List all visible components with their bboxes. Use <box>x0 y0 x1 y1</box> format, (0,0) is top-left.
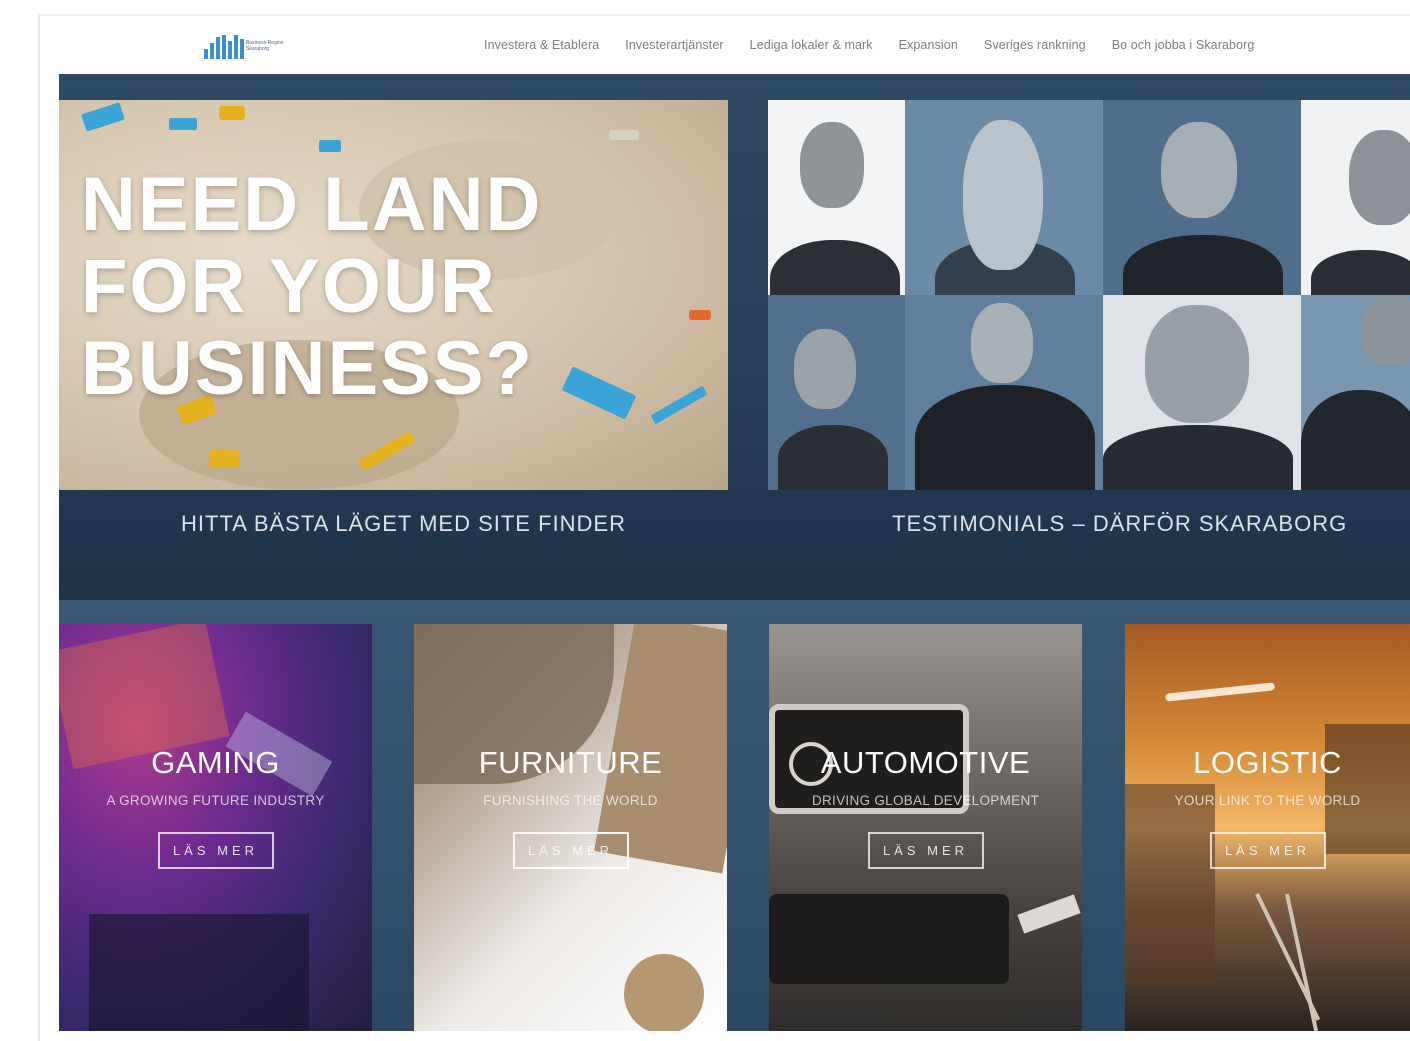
card-logistic-read-more-button[interactable]: LÄS MER <box>1209 832 1326 869</box>
site-header: Business Region Skaraborg Investera & Et… <box>40 16 1410 74</box>
portrait-8 <box>1301 295 1410 490</box>
hero-title: NEED LAND FOR YOUR BUSINESS? <box>81 164 542 410</box>
hero-title-line-3: BUSINESS? <box>81 326 534 411</box>
card-automotive-subtitle: DRIVING GLOBAL DEVELOPMENT <box>811 793 1040 808</box>
portrait-1 <box>768 100 905 295</box>
card-logistic[interactable]: LOGISTIC YOUR LINK TO THE WORLD LÄS MER <box>1125 624 1410 1031</box>
card-automotive[interactable]: AUTOMOTIVE DRIVING GLOBAL DEVELOPMENT LÄ… <box>769 624 1082 1031</box>
nav-investera-etablera[interactable]: Investera & Etablera <box>484 38 599 52</box>
card-gaming-read-more-button[interactable]: LÄS MER <box>157 832 274 869</box>
nav-lediga-lokaler[interactable]: Lediga lokaler & mark <box>750 38 873 52</box>
site-logo[interactable]: Business Region Skaraborg <box>204 33 286 61</box>
nav-investerartjanster[interactable]: Investerartjänster <box>625 38 723 52</box>
card-logistic-subtitle: YOUR LINK TO THE WORLD <box>1174 793 1361 808</box>
hero-title-line-2: FOR YOUR <box>81 244 497 329</box>
card-furniture-title: FURNITURE <box>478 745 663 780</box>
page-frame-left <box>38 14 40 1041</box>
card-gaming-title: GAMING <box>151 745 280 780</box>
hero-title-line-1: NEED LAND <box>81 162 543 247</box>
card-automotive-title: AUTOMOTIVE <box>820 745 1031 780</box>
testimonials-caption[interactable]: TESTIMONIALS – DÄRFÖR SKARABORG <box>892 511 1347 537</box>
nav-expansion[interactable]: Expansion <box>899 38 958 52</box>
site-finder-caption[interactable]: HITTA BÄSTA LÄGET MED SITE FINDER <box>181 511 626 537</box>
card-furniture-read-more-button[interactable]: LÄS MER <box>512 832 629 869</box>
nav-bo-och-jobba[interactable]: Bo och jobba i Skaraborg <box>1112 38 1255 52</box>
main-nav: Investera & Etablera Investerartjänster … <box>484 38 1280 52</box>
portrait-3 <box>1103 100 1301 295</box>
card-gaming[interactable]: GAMING A GROWING FUTURE INDUSTRY LÄS MER <box>59 624 372 1031</box>
card-automotive-read-more-button[interactable]: LÄS MER <box>867 832 984 869</box>
site-finder-hero-image[interactable]: NEED LAND FOR YOUR BUSINESS? <box>59 100 728 490</box>
card-logistic-title: LOGISTIC <box>1193 745 1342 780</box>
testimonials-image[interactable] <box>768 100 1410 490</box>
portrait-7 <box>1103 295 1301 490</box>
card-gaming-subtitle: A GROWING FUTURE INDUSTRY <box>106 793 325 808</box>
logo-bars-icon <box>204 35 244 59</box>
portrait-6 <box>905 295 1103 490</box>
nav-sveriges-rankning[interactable]: Sveriges rankning <box>984 38 1086 52</box>
portrait-2 <box>905 100 1103 295</box>
portrait-5 <box>768 295 905 490</box>
card-furniture[interactable]: FURNITURE FURNISHING THE WORLD LÄS MER <box>414 624 727 1031</box>
portrait-4 <box>1301 100 1410 295</box>
card-furniture-subtitle: FURNISHING THE WORLD <box>483 793 658 808</box>
logo-text: Business Region Skaraborg <box>246 40 284 52</box>
